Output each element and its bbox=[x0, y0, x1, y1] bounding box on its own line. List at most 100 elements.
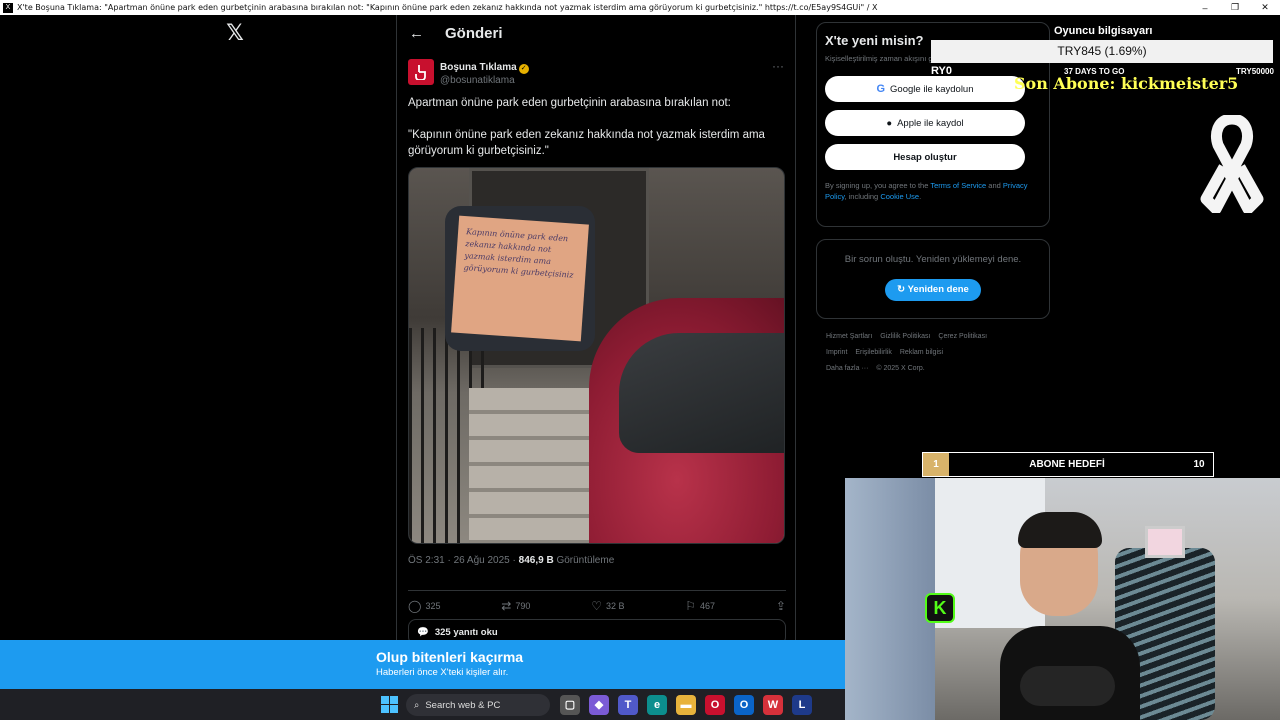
footer-link[interactable]: Gizlilik Politikası bbox=[880, 333, 930, 340]
donation-goal-title: Oyuncu bilgisayarı bbox=[1054, 25, 1153, 37]
close-button[interactable]: ✕ bbox=[1250, 2, 1280, 13]
apple-signup-button[interactable]: ● Apple ile kaydol bbox=[825, 110, 1025, 136]
webcam-picture-frame bbox=[1145, 526, 1185, 558]
donation-goal-max: TRY50000 bbox=[1236, 67, 1274, 76]
page-title: Gönderi bbox=[445, 24, 503, 42]
subscriber-goal-current: 1 bbox=[923, 453, 949, 476]
google-signup-label: Google ile kaydolun bbox=[890, 83, 974, 95]
photo-note-inset: Kapının önüne park eden zekanız hakkında… bbox=[445, 206, 595, 351]
repost-button[interactable]: ⇄ 790 bbox=[501, 599, 530, 613]
footer-copyright: © 2025 X Corp. bbox=[876, 365, 925, 372]
file-explorer-icon[interactable]: ▬ bbox=[676, 695, 696, 715]
search-icon: ⌕ bbox=[414, 699, 420, 711]
author-handle[interactable]: @bosunatiklama bbox=[440, 74, 529, 87]
last-subscriber: Son Abone: kickmeister5 bbox=[1014, 74, 1239, 93]
like-button[interactable]: ♡ 32 B bbox=[591, 599, 624, 613]
bookmark-count: 467 bbox=[700, 601, 716, 611]
apple-signup-label: Apple ile kaydol bbox=[897, 117, 964, 129]
opera-icon[interactable]: O bbox=[705, 695, 725, 715]
author-name[interactable]: Boşuna Tıklama bbox=[440, 62, 517, 73]
footer-link[interactable]: Hizmet Şartları bbox=[826, 333, 872, 340]
webcam-curtain bbox=[845, 478, 935, 720]
post-text-line1: Apartman önüne park eden gurbetçinin ara… bbox=[408, 97, 731, 109]
post-header: ← Gönderi bbox=[397, 15, 795, 51]
back-arrow-icon[interactable]: ← bbox=[409, 25, 429, 42]
post-author: Boşuna Tıklama ✓ @bosunatiklama ··· bbox=[397, 51, 795, 93]
window-title: X'te Boşuna Tıklama: "Apartman önüne par… bbox=[17, 3, 878, 12]
footer-link[interactable]: Reklam bilgisi bbox=[900, 349, 943, 356]
minimize-button[interactable]: – bbox=[1190, 3, 1220, 13]
white-ribbon-icon bbox=[1200, 115, 1264, 213]
pointer-hand-icon bbox=[415, 65, 426, 80]
window-titlebar: X X'te Boşuna Tıklama: "Apartman önüne p… bbox=[0, 0, 1280, 15]
signup-terms: By signing up, you agree to the Terms of… bbox=[825, 180, 1041, 202]
post-actions: ◯ 325 ⇄ 790 ♡ 32 B ⚐ 467 ⇪ bbox=[408, 590, 786, 613]
read-replies-label: 325 yanıtı oku bbox=[434, 626, 498, 638]
webcam-streamer bbox=[1000, 512, 1140, 720]
wps-icon[interactable]: W bbox=[763, 695, 783, 715]
reply-count: 325 bbox=[425, 601, 441, 611]
signup-banner[interactable]: Olup bitenleri kaçırma Haberleri önce X'… bbox=[0, 640, 845, 689]
subscriber-goal: 1 ABONE HEDEFİ 10 bbox=[922, 452, 1214, 477]
terms-end: . bbox=[919, 192, 922, 201]
bookmark-button[interactable]: ⚐ 467 bbox=[685, 599, 715, 613]
post-column: ← Gönderi Boşuna Tıklama ✓ @bosunatiklama… bbox=[396, 15, 796, 645]
x-logo-icon[interactable]: 𝕏 bbox=[223, 22, 247, 46]
taskbar-apps: ▢ ◆ T e ▬ O O W L bbox=[560, 695, 812, 715]
more-options-icon[interactable]: ··· bbox=[772, 59, 784, 73]
terms-including: , including bbox=[844, 192, 881, 201]
retry-label: Yeniden dene bbox=[907, 284, 969, 295]
footer-link[interactable]: Erişilebilirlik bbox=[855, 349, 892, 356]
task-view-icon[interactable]: ▢ bbox=[560, 695, 580, 715]
reply-icon: ◯ bbox=[408, 599, 422, 613]
share-button[interactable]: ⇪ bbox=[776, 599, 786, 613]
share-icon: ⇪ bbox=[775, 599, 786, 613]
teams-icon[interactable]: T bbox=[618, 695, 638, 715]
maximize-button[interactable]: ❐ bbox=[1220, 2, 1250, 13]
l-app-icon[interactable]: L bbox=[792, 695, 812, 715]
edge-icon[interactable]: e bbox=[647, 695, 667, 715]
retry-button[interactable]: ↻ Yeniden dene bbox=[885, 279, 981, 301]
verified-badge-icon: ✓ bbox=[518, 64, 529, 74]
post-photo[interactable]: Kapının önüne park eden zekanız hakkında… bbox=[408, 167, 785, 544]
post-text: Apartman önüne park eden gurbetçinin ara… bbox=[397, 93, 795, 159]
copilot-icon[interactable]: ◆ bbox=[589, 695, 609, 715]
terms-prefix: By signing up, you agree to the bbox=[825, 181, 931, 190]
google-signup-button[interactable]: G Google ile kaydolun bbox=[825, 76, 1025, 102]
webcam-feed: K bbox=[845, 478, 1280, 720]
reply-button[interactable]: ◯ 325 bbox=[408, 599, 440, 613]
cookie-link[interactable]: Cookie Use bbox=[880, 192, 919, 201]
footer-link[interactable]: Imprint bbox=[826, 349, 847, 356]
post-meta: ÖS 2:31 · 26 Ağu 2025 · 846,9 B Görüntül… bbox=[408, 555, 614, 566]
post-views-label: Görüntüleme bbox=[553, 555, 615, 566]
windows-start-icon[interactable] bbox=[381, 696, 398, 713]
subscriber-goal-label: ABONE HEDEFİ bbox=[1029, 459, 1105, 470]
webcam-microphone bbox=[1020, 666, 1115, 706]
terms-and: and bbox=[986, 181, 1003, 190]
refresh-icon: ↻ bbox=[897, 284, 908, 295]
post-views-count: 846,9 B bbox=[518, 555, 554, 566]
footer-more[interactable]: Daha fazla ··· bbox=[826, 365, 868, 372]
banner-subtitle: Haberleri önce X'teki kişiler alır. bbox=[376, 667, 509, 678]
terms-link[interactable]: Terms of Service bbox=[930, 181, 986, 190]
footer-link[interactable]: Çerez Politikası bbox=[938, 333, 987, 340]
like-icon: ♡ bbox=[591, 599, 602, 613]
avatar[interactable] bbox=[408, 59, 434, 85]
apple-icon: ● bbox=[886, 117, 893, 129]
kick-logo-icon: K bbox=[925, 593, 955, 623]
donation-goal-bar: TRY845 (1.69%) bbox=[931, 40, 1273, 63]
donation-goal-start: RY0 bbox=[931, 65, 952, 77]
like-count: 32 B bbox=[605, 601, 625, 611]
post-time[interactable]: ÖS 2:31 · 26 Ağu 2025 · bbox=[408, 555, 519, 566]
bookmark-icon: ⚐ bbox=[685, 599, 697, 613]
error-message: Bir sorun oluştu. Yeniden yüklemeyi dene… bbox=[844, 254, 1022, 265]
taskbar-search[interactable]: ⌕ Search web & PC bbox=[406, 694, 550, 716]
outlook-icon[interactable]: O bbox=[734, 695, 754, 715]
subscriber-goal-target: 10 bbox=[1193, 459, 1205, 470]
banner-title: Olup bitenleri kaçırma bbox=[376, 649, 524, 665]
repost-icon: ⇄ bbox=[501, 599, 512, 613]
create-account-button[interactable]: Hesap oluştur bbox=[825, 144, 1025, 170]
x-app-icon: X bbox=[3, 2, 13, 13]
error-card: Bir sorun oluştu. Yeniden yüklemeyi dene… bbox=[816, 239, 1050, 319]
sidebar-footer: Hizmet Şartları Gizlilik Politikası Çere… bbox=[816, 329, 1050, 377]
